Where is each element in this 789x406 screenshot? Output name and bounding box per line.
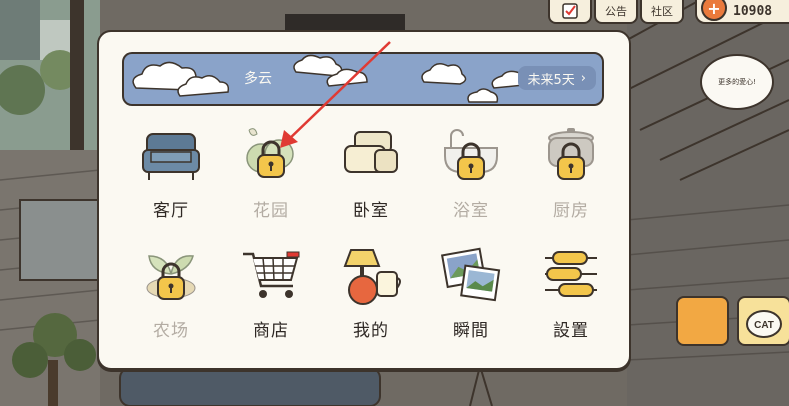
cat-bowl-icon: CAT	[746, 310, 782, 338]
room-label: 瞬間	[453, 321, 489, 341]
checklist-icon	[562, 3, 578, 19]
sliders-icon	[545, 251, 597, 297]
room-label: 我的	[353, 321, 389, 341]
speech-bubble-text: 更多的愛心!	[718, 78, 756, 86]
forecast-button[interactable]: 未来5天 ›	[517, 66, 596, 90]
checklist-button[interactable]	[548, 0, 592, 24]
room-tile-moments[interactable]: 瞬間	[424, 244, 514, 344]
speech-bubble: 更多的愛心!	[700, 54, 774, 110]
add-coins-icon[interactable]: +	[701, 0, 727, 21]
chevron-right-icon: ›	[580, 70, 586, 86]
coin-count: 10908	[733, 3, 773, 19]
room-tile-bathroom[interactable]: 浴室	[424, 124, 514, 224]
room-label: 設置	[553, 321, 589, 341]
gift-box-button[interactable]	[676, 296, 729, 346]
pot-icon	[548, 128, 594, 180]
room-tile-kitchen[interactable]: 厨房	[524, 124, 614, 224]
cat-label: CAT	[754, 320, 774, 331]
room-label: 花园	[253, 201, 289, 221]
room-tile-mine[interactable]: 我的	[324, 244, 414, 344]
lock-icon	[157, 262, 185, 300]
room-label: 厨房	[553, 201, 589, 221]
weather-label: 多云	[244, 71, 272, 87]
room-tile-settings[interactable]: 設置	[524, 244, 614, 344]
cart-icon	[243, 251, 300, 298]
bathtub-icon	[444, 129, 498, 180]
sprout-icon	[146, 255, 196, 300]
room-tile-living-room[interactable]: 客厅	[124, 124, 214, 224]
room-label: 商店	[253, 321, 289, 341]
community-button[interactable]: 社区	[640, 0, 684, 24]
room-tile-shop[interactable]: 商店	[224, 244, 314, 344]
room-label: 卧室	[353, 201, 389, 221]
sofa-icon	[142, 133, 200, 180]
notice-button[interactable]: 公告	[594, 0, 638, 24]
room-label: 浴室	[453, 201, 489, 221]
forecast-label: 未来5天	[527, 72, 575, 88]
photos-icon	[440, 247, 501, 302]
room-label: 农场	[153, 321, 189, 341]
cat-food-button[interactable]: CAT	[737, 296, 789, 346]
lamp-icon	[343, 249, 401, 305]
room-tile-farm[interactable]: 农场	[124, 244, 214, 344]
coin-counter[interactable]: + 10908	[695, 0, 789, 24]
red-arrow-annotation	[280, 41, 391, 148]
room-label: 客厅	[153, 201, 189, 221]
